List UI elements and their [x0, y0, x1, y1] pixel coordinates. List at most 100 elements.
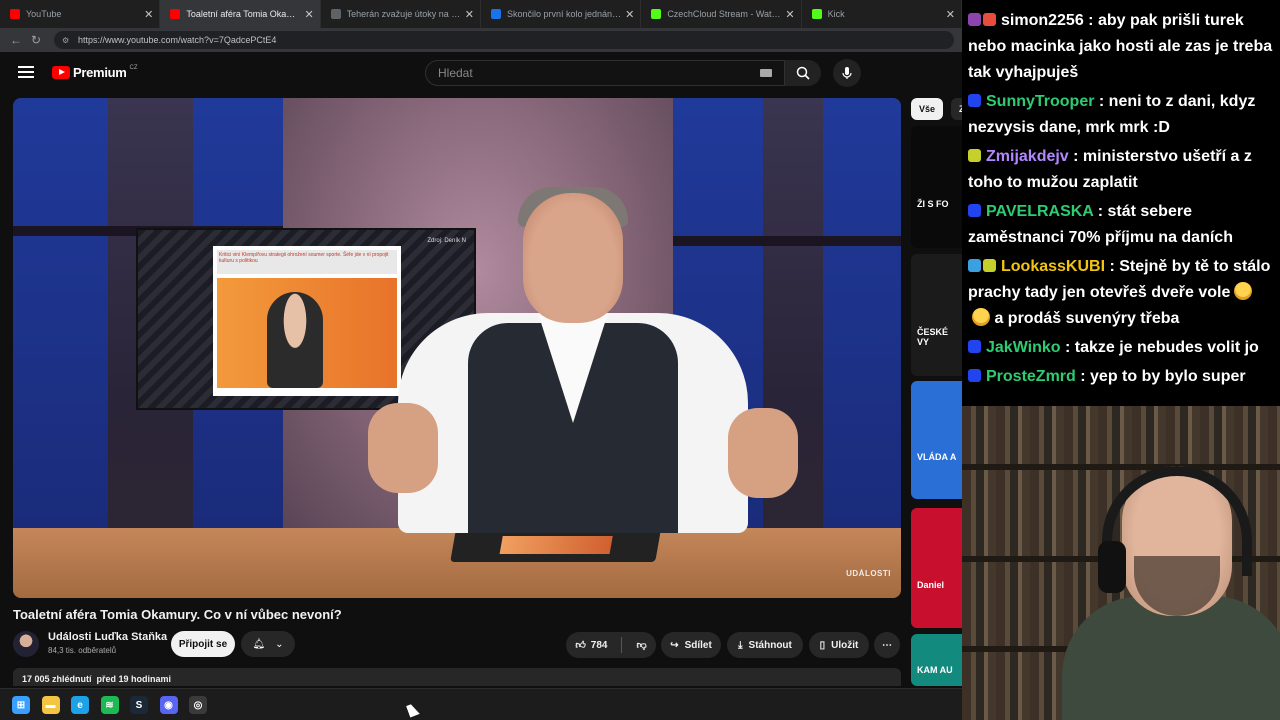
share-icon: ↪ — [670, 639, 679, 651]
chat-badge-icon — [968, 13, 981, 26]
channel-name[interactable]: Události Luďka Staňka — [48, 631, 167, 643]
tab-close-icon[interactable]: ✕ — [946, 8, 955, 21]
youtube-premium-logo[interactable]: Premium CZ — [52, 65, 138, 80]
chevron-down-icon: ⌄ — [275, 638, 284, 650]
tab-title: Toaletní aféra Tomia Okamury. Co — [186, 9, 300, 19]
share-button[interactable]: ↪ Sdílet — [661, 632, 721, 658]
channel-avatar[interactable] — [13, 631, 39, 657]
chat-colon: : — [1093, 203, 1108, 220]
related-video-thumbnail[interactable]: VLÁDA A — [911, 381, 962, 499]
video-player[interactable]: Zdroj: Deník N Kritici viní Klempířovu s… — [13, 98, 901, 598]
spotify-icon[interactable]: ≋ — [100, 696, 119, 714]
back-arrow-icon[interactable]: ← — [6, 30, 26, 50]
keyboard-icon[interactable] — [760, 69, 772, 77]
thumbnail-caption: ČESKÉ VY — [917, 327, 949, 347]
join-button[interactable]: Připojit se — [171, 631, 235, 657]
thumbs-down-icon: 👎︎ — [636, 640, 647, 651]
chat-badge-icon — [968, 149, 981, 162]
chat-badge-icon — [968, 204, 981, 217]
site-info-icon[interactable]: ⚙ — [62, 35, 72, 45]
search-button[interactable] — [785, 60, 821, 86]
youtube-play-icon — [52, 66, 70, 79]
tab-favicon-icon — [330, 9, 341, 19]
thumbnail-caption: ŽI S FO — [917, 199, 949, 209]
related-video-thumbnail[interactable]: Daniel — [911, 508, 962, 628]
tab-close-icon[interactable]: ✕ — [465, 8, 474, 21]
chat-message: ProsteZmrd : yep to by bylo super — [968, 364, 1274, 390]
filter-chip[interactable]: Vše — [911, 98, 944, 120]
video-host — [358, 187, 798, 533]
tab-close-icon[interactable]: ✕ — [144, 8, 153, 21]
chat-message: Zmijakdejv : ministerstvo ušetří a z toh… — [968, 144, 1274, 196]
menu-hamburger-icon[interactable] — [18, 66, 34, 78]
file-explorer-icon[interactable]: ▬ — [41, 696, 60, 714]
browser-tab[interactable]: Skončilo první kolo jednání minist ✕ — [481, 0, 642, 28]
url-field[interactable]: ⚙ https://www.youtube.com/watch?v=7Qadce… — [54, 31, 954, 49]
tab-close-icon[interactable]: ✕ — [785, 8, 794, 21]
browser-tab[interactable]: CzechCloud Stream - Watch Live o ✕ — [641, 0, 802, 28]
share-label: Sdílet — [684, 639, 712, 651]
chat-username[interactable]: simon2256 — [1001, 12, 1084, 29]
browser-tab[interactable]: Kick ✕ — [802, 0, 962, 28]
browser-tab[interactable]: YouTube ✕ — [0, 0, 161, 28]
chat-message: simon2256 : aby pak prišli turek nebo ma… — [968, 8, 1274, 86]
thumbnail-caption: Daniel — [917, 580, 945, 590]
chat-message: SunnyTrooper : neni to z dani, kdyz nezv… — [968, 89, 1274, 141]
tab-close-icon[interactable]: ✕ — [625, 8, 634, 21]
bookmark-icon: ▯ — [819, 639, 826, 651]
related-video-thumbnail[interactable]: KAM AU — [911, 634, 962, 686]
description-box[interactable]: 17 005 zhlédnutí před 19 hodinami — [13, 668, 901, 686]
browser-address-bar: ← ↻ ⚙ https://www.youtube.com/watch?v=7Q… — [0, 28, 962, 52]
dislike-button[interactable]: 👎︎ — [636, 639, 646, 651]
subscriber-count: 84,3 tis. odběratelů — [48, 646, 117, 655]
chat-username[interactable]: ProsteZmrd — [986, 368, 1076, 385]
edge-browser-icon[interactable]: e — [71, 696, 89, 714]
thumbnail-caption: VLÁDA A — [917, 452, 957, 462]
logo-text: Premium — [73, 65, 127, 80]
chat-badge-icon — [968, 340, 981, 353]
reload-icon[interactable]: ↻ — [26, 30, 46, 50]
voice-search-button[interactable] — [833, 59, 861, 87]
tab-favicon-icon — [10, 9, 20, 19]
chat-username[interactable]: SunnyTrooper — [986, 93, 1094, 110]
streamer — [1062, 446, 1280, 720]
browser-tab[interactable]: Teherán zvažuje útoky na vojenské ✕ — [321, 0, 481, 28]
related-video-thumbnail[interactable]: ŽI S FO — [911, 126, 962, 248]
laughing-emote-icon — [972, 308, 990, 326]
tab-title: YouTube — [26, 9, 62, 19]
save-label: Uložit — [831, 639, 859, 651]
microphone-icon — [842, 67, 852, 79]
chat-username[interactable]: Zmijakdejv — [986, 148, 1069, 165]
video-title: Toaletní aféra Tomia Okamury. Co v ní vů… — [13, 607, 342, 622]
blue-shelf-right — [823, 98, 901, 528]
related-video-thumbnail[interactable]: ČESKÉ VY — [911, 254, 962, 376]
like-dislike-group: 👍︎ 784 👎︎ — [566, 632, 656, 658]
windows-taskbar: ⊞ ▬ e ≋ S ◉ ◎ — [0, 688, 962, 720]
chat-text: takze je nebudes volit jo — [1074, 339, 1259, 356]
tab-favicon-icon — [651, 9, 662, 19]
search-input[interactable]: Hledat — [425, 60, 785, 86]
discord-icon[interactable]: ◉ — [159, 696, 178, 714]
steam-icon[interactable]: S — [130, 696, 148, 714]
desk-tablet — [450, 530, 661, 562]
more-actions-button[interactable]: ⋯ — [874, 632, 900, 658]
obs-icon[interactable]: ◎ — [189, 696, 207, 714]
browser-tab[interactable]: Toaletní aféra Tomia Okamury. Co ✕ — [160, 0, 321, 28]
chat-colon: : — [1068, 148, 1083, 165]
save-button[interactable]: ▯ Uložit — [809, 632, 869, 658]
chat-colon: : — [1094, 93, 1109, 110]
tab-close-icon[interactable]: ✕ — [304, 8, 313, 21]
tab-title: Kick — [827, 9, 845, 19]
download-button[interactable]: ⤓ Stáhnout — [727, 632, 803, 658]
chat-username[interactable]: PAVELRASKA — [986, 203, 1093, 220]
chat-username[interactable]: LookassKUBI — [1001, 258, 1105, 275]
chat-badge-icon — [983, 13, 996, 26]
like-button[interactable]: 👍︎ 784 — [575, 639, 607, 652]
stream-chat: simon2256 : aby pak prišli turek nebo ma… — [962, 0, 1280, 406]
chat-username[interactable]: JakWinko — [986, 339, 1061, 356]
blue-shelf-left — [13, 98, 108, 528]
browser-tab-bar: YouTube ✕ Toaletní aféra Tomia Okamury. … — [0, 0, 962, 28]
windows-start-icon[interactable]: ⊞ — [12, 696, 30, 714]
chat-colon: : — [1060, 339, 1075, 356]
notifications-button[interactable]: 🔔︎ ⌄ — [241, 631, 295, 657]
